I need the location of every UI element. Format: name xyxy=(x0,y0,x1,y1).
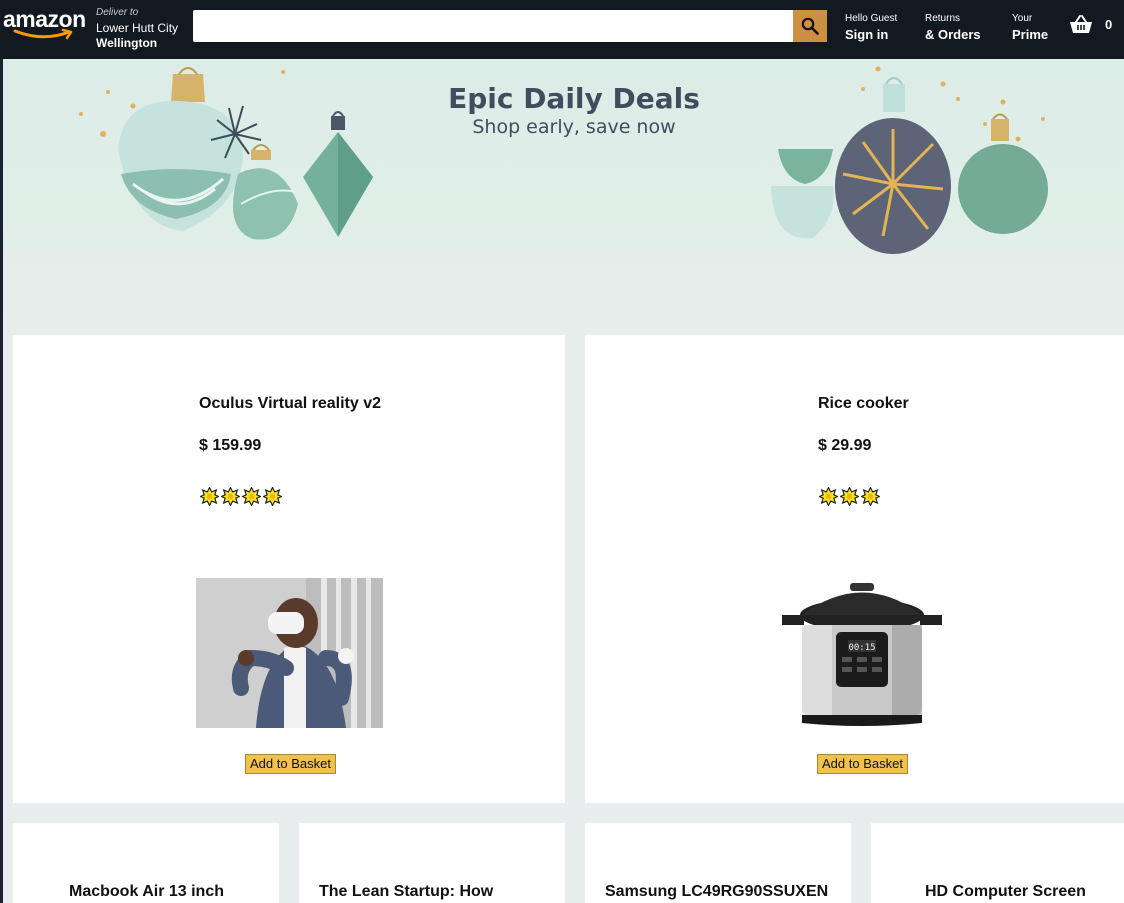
product-title[interactable]: Oculus Virtual reality v2 xyxy=(199,395,381,413)
amazon-logo[interactable]: amazon xyxy=(3,6,86,40)
product-price: $ 159.99 xyxy=(199,437,262,454)
product-card: Oculus Virtual reality v2 $ 159.99 Add t… xyxy=(13,335,565,803)
product-title[interactable]: Macbook Air 13 inch xyxy=(69,883,224,901)
nav-sign-in-big: Sign in xyxy=(845,27,889,42)
hero-banner: Epic Daily Deals Shop early, save now xyxy=(3,59,1124,335)
star-icon xyxy=(241,486,262,507)
deliver-label: Deliver to xyxy=(96,7,139,18)
basket-link[interactable]: 0 xyxy=(1069,14,1112,34)
search-bar xyxy=(193,10,827,42)
add-to-basket-button[interactable]: Add to Basket xyxy=(245,754,336,774)
star-icon xyxy=(818,486,839,507)
product-image-vr-headset[interactable] xyxy=(196,578,383,728)
deliver-location[interactable]: Deliver to Lower Hutt City Wellington xyxy=(96,6,178,50)
nav-prime-small: Your xyxy=(1012,13,1033,24)
basket-icon xyxy=(1070,15,1092,33)
nav-returns-big: & Orders xyxy=(925,27,981,42)
nav-prime-big: Prime xyxy=(1012,27,1049,42)
deliver-region: Wellington xyxy=(96,36,158,50)
star-icon xyxy=(199,486,220,507)
svg-text:00:15: 00:15 xyxy=(848,643,875,653)
product-rating xyxy=(199,486,283,507)
star-icon xyxy=(860,486,881,507)
star-icon xyxy=(262,486,283,507)
basket-count: 0 xyxy=(1105,16,1113,32)
product-title[interactable]: HD Computer Screen xyxy=(925,883,1086,901)
add-to-basket-button[interactable]: Add to Basket xyxy=(817,754,908,774)
product-card: Rice cooker $ 29.99 00:15 Add to Basket xyxy=(585,335,1124,803)
product-title[interactable]: Rice cooker xyxy=(818,395,909,413)
search-icon xyxy=(801,17,819,35)
search-button[interactable] xyxy=(793,10,827,42)
nav-prime[interactable]: Your Prime xyxy=(1012,12,1048,42)
nav-returns-small: Returns xyxy=(925,13,961,24)
product-title[interactable]: The Lean Startup: How xyxy=(319,883,493,901)
product-card: Samsung LC49RG90SSUXEN xyxy=(585,823,851,903)
nav-sign-in-small: Hello Guest xyxy=(845,13,898,24)
amazon-smile-icon xyxy=(13,28,73,40)
product-price: $ 29.99 xyxy=(818,437,872,454)
star-icon xyxy=(839,486,860,507)
product-image-rice-cooker[interactable]: 00:15 xyxy=(782,575,942,730)
star-icon xyxy=(220,486,241,507)
search-input[interactable] xyxy=(193,10,793,42)
deliver-city: Lower Hutt City xyxy=(96,21,179,35)
nav-sign-in[interactable]: Hello Guest Sign in xyxy=(845,12,897,42)
ornaments-right-illustration xyxy=(771,66,1048,254)
product-rating xyxy=(818,486,881,507)
product-card: HD Computer Screen xyxy=(871,823,1124,903)
product-card: The Lean Startup: How xyxy=(299,823,565,903)
header: amazon Deliver to Lower Hutt City Wellin… xyxy=(0,0,1124,59)
product-card: Macbook Air 13 inch xyxy=(13,823,279,903)
product-title[interactable]: Samsung LC49RG90SSUXEN xyxy=(605,883,828,901)
nav-returns-orders[interactable]: Returns & Orders xyxy=(925,12,981,42)
